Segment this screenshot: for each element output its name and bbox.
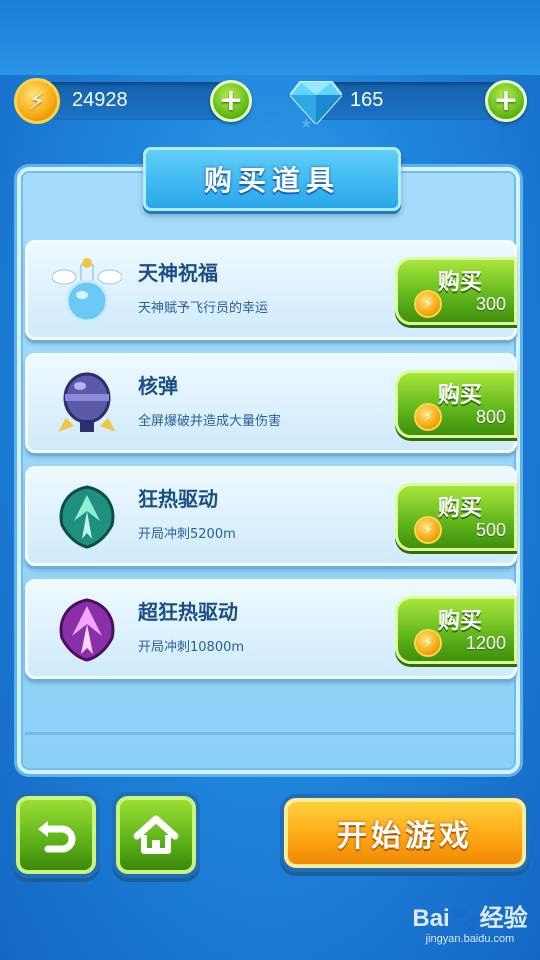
top-bar — [0, 0, 540, 75]
teal-wing-badge-icon — [59, 485, 115, 549]
purple-wing-badge-icon — [59, 598, 115, 662]
buy-button[interactable]: 购买 ⚡ 800 — [395, 370, 517, 438]
buy-button[interactable]: 购买 ⚡ 300 — [395, 257, 517, 325]
add-gems-button[interactable]: + — [485, 80, 527, 122]
home-icon — [133, 815, 179, 854]
panel-divider — [25, 732, 515, 735]
item-price: 500 — [475, 520, 506, 540]
shop-item: 核弹 全屏爆破并造成大量伤害 购买 ⚡ 800 — [25, 353, 517, 453]
coin-icon: ⚡ — [14, 78, 60, 124]
buy-button[interactable]: 购买 ⚡ 1200 — [395, 596, 517, 664]
item-price: 300 — [475, 294, 506, 314]
start-game-label: 开始游戏 — [337, 819, 473, 854]
watermark-logo: Bai🐾经验 — [412, 905, 528, 932]
buy-label: 购买 — [438, 383, 483, 408]
item-price: 800 — [475, 407, 506, 427]
item-description: 天神赋予飞行员的幸运 — [138, 301, 269, 316]
item-name: 狂热驱动 — [138, 487, 218, 511]
diamond-icon — [290, 81, 342, 124]
shop-item: 天神祝福 天神赋予飞行员的幸运 购买 ⚡ 300 — [25, 240, 517, 340]
start-game-button[interactable]: 开始游戏 — [284, 798, 526, 868]
item-name: 天神祝福 — [138, 261, 218, 285]
shop-title-tab: 购买道具 — [143, 147, 401, 211]
item-description: 开局冲刺5200m — [138, 527, 236, 542]
add-coins-button[interactable]: + — [210, 80, 252, 122]
buy-button[interactable]: 购买 ⚡ 500 — [395, 483, 517, 551]
buy-label: 购买 — [438, 270, 483, 295]
coin-icon: ⚡ — [414, 290, 442, 318]
item-description: 开局冲刺10800m — [138, 640, 245, 655]
winged-potion-icon — [52, 258, 122, 323]
coin-icon: ⚡ — [414, 403, 442, 431]
gem-balance: 165 — [350, 89, 384, 111]
coin-icon: ⚡ — [414, 516, 442, 544]
back-arrow-icon — [38, 821, 76, 853]
coin-icon: ⚡ — [414, 629, 442, 657]
home-button[interactable] — [116, 796, 196, 874]
shop-title: 购买道具 — [203, 164, 340, 197]
back-button[interactable] — [16, 796, 96, 874]
item-description: 全屏爆破并造成大量伤害 — [138, 414, 282, 429]
buy-label: 购买 — [438, 496, 483, 521]
shop-item: 狂热驱动 开局冲刺5200m 购买 ⚡ 500 — [25, 466, 517, 566]
watermark: Bai🐾经验 jingyan.baidu.com — [410, 898, 530, 952]
shop-item: 超狂热驱动 开局冲刺10800m 购买 ⚡ 1200 — [25, 579, 517, 679]
buy-label: 购买 — [438, 609, 483, 634]
coin-balance: 24928 — [72, 89, 128, 111]
item-price: 1200 — [465, 633, 506, 653]
item-name: 超狂热驱动 — [138, 600, 238, 624]
nuke-bomb-icon — [58, 372, 116, 432]
watermark-url: jingyan.baidu.com — [425, 933, 515, 945]
item-name: 核弹 — [138, 374, 178, 398]
